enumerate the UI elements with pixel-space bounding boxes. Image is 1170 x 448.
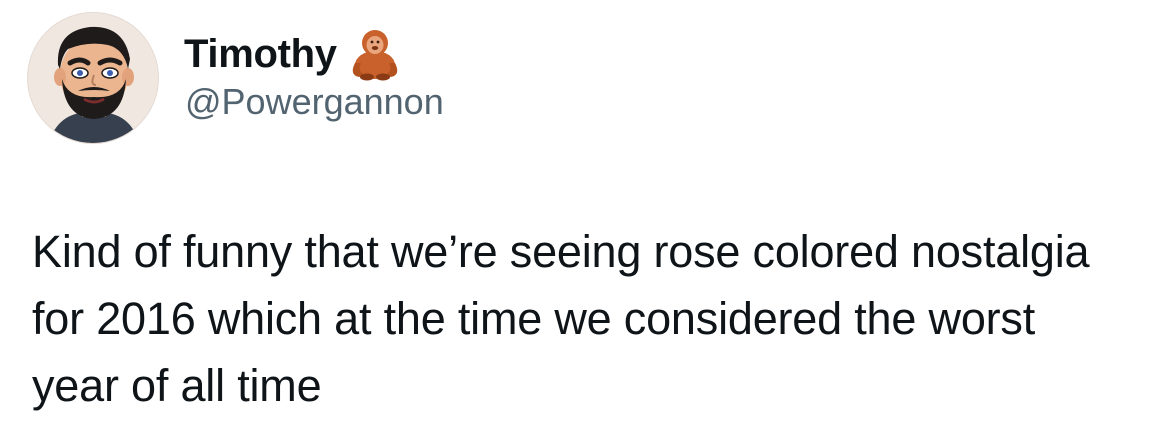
tweet-card: Timothy @Powergannon Kind of funny that … xyxy=(0,0,1170,448)
orangutan-emoji-icon xyxy=(347,27,403,81)
author-handle[interactable]: @Powergannon xyxy=(185,80,444,123)
display-name[interactable]: Timothy xyxy=(184,34,337,74)
avatar[interactable] xyxy=(27,12,159,144)
avatar-illustration xyxy=(28,13,158,143)
tweet-text: Kind of funny that we’re seeing rose col… xyxy=(32,226,1090,411)
author-name-row[interactable]: Timothy xyxy=(184,26,403,82)
